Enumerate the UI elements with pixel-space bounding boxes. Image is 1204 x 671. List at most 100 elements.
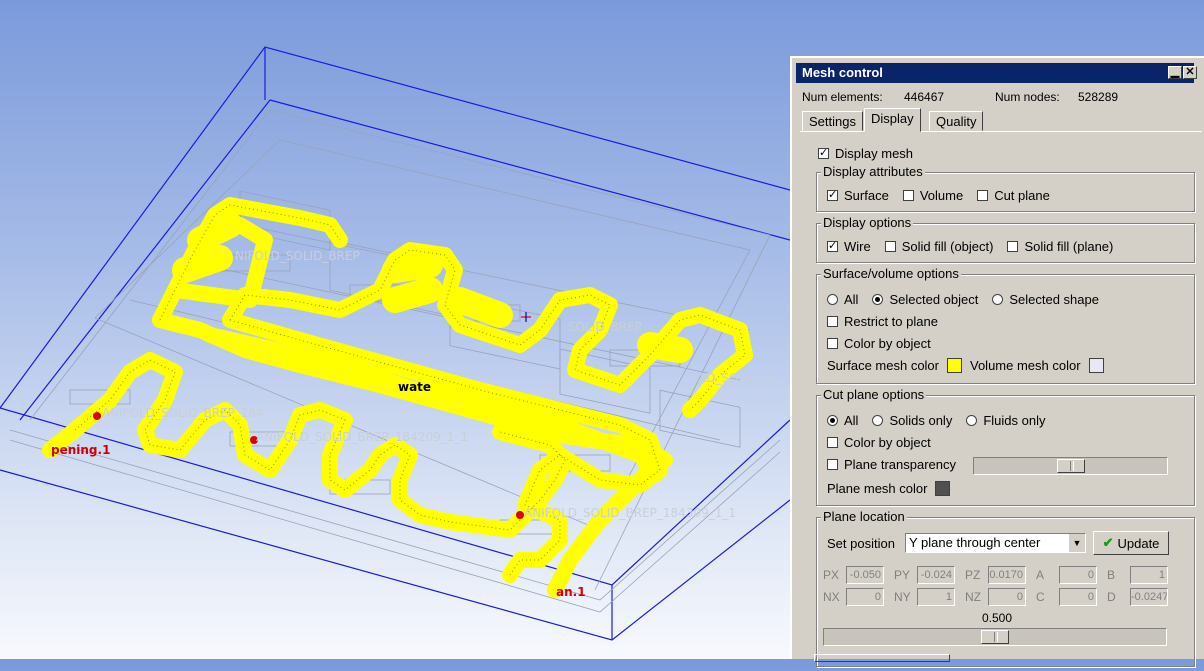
solid-fill-plane-label: Solid fill (plane) bbox=[1024, 239, 1114, 254]
radio-selected-object[interactable] bbox=[872, 294, 884, 305]
param-label-py: PY bbox=[894, 568, 911, 582]
slider-thumb[interactable] bbox=[981, 630, 1009, 644]
solid-fill-object-checkbox[interactable] bbox=[884, 241, 896, 252]
manifold-label: ANIFOLD_SOLID_BREP_184209_1_1 bbox=[256, 430, 468, 444]
slider-value-text: 0.500 bbox=[982, 611, 1013, 625]
plane-transparency-checkbox[interactable] bbox=[827, 459, 838, 470]
opening-label: pening.1 bbox=[51, 443, 111, 457]
radio-selected-object-label: Selected object bbox=[889, 292, 979, 307]
group-title: Cut plane options bbox=[821, 387, 927, 402]
ghost-object-label: NIFOLD_SOLID_BREP bbox=[235, 249, 360, 263]
marker-dot bbox=[516, 511, 524, 519]
plane-location-slider[interactable] bbox=[823, 628, 1167, 646]
surface-mesh-color-swatch[interactable] bbox=[947, 358, 962, 373]
volume-mesh-color-swatch[interactable] bbox=[1088, 358, 1104, 373]
display-tab-body: ✓ Display mesh Display attributes ✓ Surf… bbox=[800, 131, 1202, 671]
num-elements-label: Num elements: bbox=[802, 90, 883, 104]
plane-mesh-color-label: Plane mesh color bbox=[827, 481, 928, 496]
param-field-a[interactable]: 0 bbox=[1059, 566, 1097, 584]
num-elements-value: 446467 bbox=[904, 90, 945, 104]
param-label-b: B bbox=[1107, 568, 1116, 582]
param-label-pz: PZ bbox=[965, 568, 981, 582]
yellow-mesh-channel bbox=[42, 197, 753, 598]
solid-fill-plane-checkbox[interactable] bbox=[1007, 241, 1019, 252]
volume-checkbox[interactable] bbox=[902, 190, 914, 201]
cut-color-by-object-checkbox[interactable] bbox=[827, 437, 838, 448]
cut-color-by-object-label: Color by object bbox=[844, 435, 931, 450]
mesh-control-panel: Mesh control ▁ ✕ Num elements: 446467 Nu… bbox=[790, 56, 1204, 667]
param-label-ny: NY bbox=[894, 590, 911, 604]
ghost-object-label: SOLID_BREP bbox=[568, 320, 642, 334]
panel-title: Mesh control bbox=[802, 65, 883, 80]
color-by-object-label: Color by object bbox=[844, 336, 931, 351]
param-field-c[interactable]: 0 bbox=[1059, 588, 1097, 606]
bottom-button-edge[interactable] bbox=[814, 654, 950, 662]
param-label-nx: NX bbox=[823, 590, 840, 604]
cut-plane-options-group: Cut plane options All Solids only Fluids… bbox=[816, 387, 1195, 506]
plane-transparency-slider[interactable] bbox=[973, 457, 1168, 475]
model-canvas[interactable] bbox=[0, 0, 790, 659]
group-title: Display attributes bbox=[821, 164, 925, 179]
param-field-py[interactable]: -0.024 bbox=[917, 566, 955, 584]
radio-selected-shape[interactable] bbox=[992, 294, 1004, 305]
plane-location-group: Plane location Set position Y plane thro… bbox=[816, 509, 1195, 667]
restrict-to-plane-label: Restrict to plane bbox=[844, 314, 938, 329]
manifold-label: ANIFOLD_SOLID_BREP_184309_1_1 bbox=[524, 506, 736, 520]
color-by-object-checkbox[interactable] bbox=[827, 338, 838, 349]
param-field-b[interactable]: 1 bbox=[1130, 566, 1168, 584]
param-label-nz: NZ bbox=[965, 590, 981, 604]
radio-all[interactable] bbox=[827, 294, 838, 305]
surface-label: Surface bbox=[844, 188, 889, 203]
close-button[interactable]: ✕ bbox=[1183, 66, 1197, 79]
radio-solids-only[interactable] bbox=[872, 415, 884, 426]
water-label: wate bbox=[398, 380, 432, 394]
minimize-button[interactable]: ▁ bbox=[1168, 66, 1182, 79]
param-field-d[interactable]: -0.0247 bbox=[1130, 588, 1168, 606]
solid-fill-object-label: Solid fill (object) bbox=[901, 239, 994, 254]
chevron-down-icon[interactable]: ▼ bbox=[1068, 534, 1085, 552]
panel-title-bar[interactable]: Mesh control ▁ ✕ bbox=[796, 63, 1197, 83]
tab-quality[interactable]: Quality bbox=[929, 111, 984, 131]
slider-thumb[interactable] bbox=[1057, 459, 1085, 473]
plane-mesh-color-swatch[interactable] bbox=[935, 481, 951, 496]
group-title: Surface/volume options bbox=[821, 266, 961, 281]
radio-fluids-only-label: Fluids only bbox=[983, 413, 1046, 428]
display-mesh-checkbox[interactable]: ✓ bbox=[818, 148, 829, 159]
param-label-c: C bbox=[1036, 590, 1045, 604]
wire-checkbox[interactable]: ✓ bbox=[827, 241, 838, 252]
3d-viewport[interactable]: NIFOLD_SOLID_BREP SOLID_BREP OLD_SOLID_B… bbox=[0, 0, 790, 659]
radio-selected-shape-label: Selected shape bbox=[1009, 292, 1099, 307]
cut-plane-checkbox[interactable] bbox=[977, 190, 989, 201]
point-markers bbox=[93, 412, 524, 519]
update-button[interactable]: ✔ Update bbox=[1093, 531, 1169, 555]
display-attributes-group: Display attributes ✓ Surface Volume Cut … bbox=[816, 164, 1195, 212]
param-label-d: D bbox=[1107, 590, 1116, 604]
param-label-a: A bbox=[1036, 568, 1045, 582]
radio-cut-all-label: All bbox=[844, 413, 859, 428]
radio-solids-only-label: Solids only bbox=[889, 413, 953, 428]
surface-checkbox[interactable]: ✓ bbox=[827, 190, 838, 201]
radio-fluids-only[interactable] bbox=[966, 415, 978, 426]
restrict-to-plane-checkbox[interactable] bbox=[827, 316, 838, 327]
tab-display[interactable]: Display bbox=[864, 108, 921, 132]
surface-volume-options-group: Surface/volume options All Selected obje… bbox=[816, 266, 1195, 384]
set-position-select[interactable]: Y plane through center ▼ bbox=[905, 533, 1086, 553]
num-nodes-value: 528289 bbox=[1078, 90, 1119, 104]
origin-cross-icon bbox=[521, 312, 531, 322]
plane-transparency-label: Plane transparency bbox=[844, 457, 957, 472]
param-field-nz[interactable]: 0 bbox=[988, 588, 1026, 606]
tab-settings[interactable]: Settings bbox=[802, 111, 863, 131]
radio-cut-all[interactable] bbox=[827, 415, 838, 426]
param-field-px[interactable]: -0.050 bbox=[846, 566, 884, 584]
manifold-label: ANIFOLD_SOLID_BREP_184 bbox=[102, 406, 264, 420]
display-mesh-label: Display mesh bbox=[835, 146, 914, 161]
param-field-nx[interactable]: 0 bbox=[846, 588, 884, 606]
param-field-pz[interactable]: 0.0170 bbox=[988, 566, 1026, 584]
display-options-group: Display options ✓ Wire Solid fill (objec… bbox=[816, 215, 1195, 263]
param-field-ny[interactable]: 1 bbox=[917, 588, 955, 606]
display-mesh-row[interactable]: ✓ Display mesh bbox=[818, 146, 913, 161]
group-title: Display options bbox=[821, 215, 914, 230]
set-position-label: Set position bbox=[827, 536, 895, 551]
set-position-value: Y plane through center bbox=[909, 535, 1041, 550]
group-title: Plane location bbox=[821, 509, 907, 524]
